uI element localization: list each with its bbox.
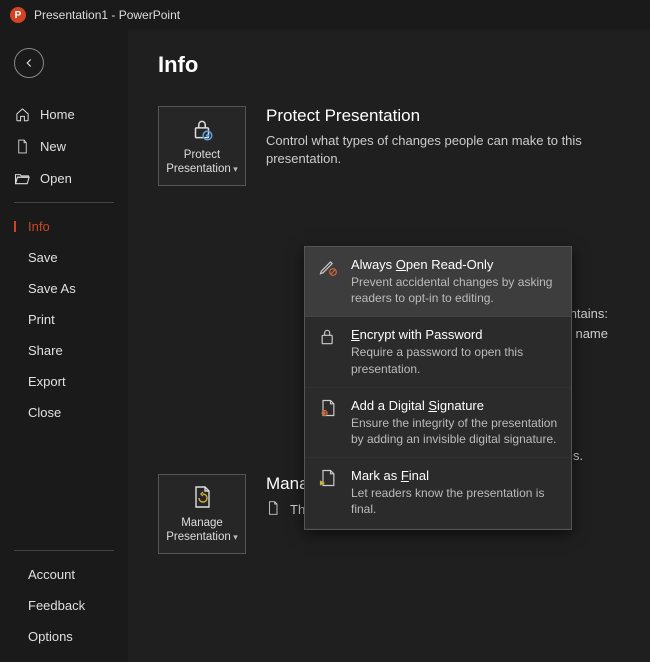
home-icon [14,106,30,122]
nav-feedback[interactable]: Feedback [0,590,128,621]
window-title: Presentation1 - PowerPoint [34,8,180,22]
nav-save[interactable]: Save [0,242,128,273]
backstage-sidebar: Home New Open Info Save Save As Print Sh… [0,30,128,662]
content-area: Info Protect Presentation Protect Presen… [128,30,650,662]
manage-button-label: Manage Presentation [159,517,245,545]
nav-home[interactable]: Home [0,98,128,130]
protect-section: Protect Presentation Protect Presentatio… [158,106,620,186]
menu-always-open-read-only[interactable]: Always Open Read-Only Prevent accidental… [305,247,571,317]
nav-home-label: Home [40,107,75,122]
nav-save-as[interactable]: Save As [0,273,128,304]
protect-button-label: Protect Presentation [159,149,245,177]
nav-account[interactable]: Account [0,559,128,590]
manage-presentation-button[interactable]: Manage Presentation [158,474,246,554]
new-icon [14,138,30,154]
open-icon [14,170,30,186]
menu-encrypt-with-password[interactable]: Encrypt with Password Require a password… [305,317,571,387]
final-doc-icon [317,468,339,490]
nav-print[interactable]: Print [0,304,128,335]
nav-divider-1 [14,202,114,203]
protect-heading: Protect Presentation [266,106,620,126]
nav-divider-2 [14,550,114,551]
lock-key-icon [317,327,339,349]
menu-desc-3: Let readers know the presentation is fin… [351,485,559,517]
menu-desc-1: Require a password to open this presenta… [351,344,559,376]
nav-open-label: Open [40,171,72,186]
nav-info[interactable]: Info [0,211,128,242]
nav-share[interactable]: Share [0,335,128,366]
history-fragment: s. [573,448,583,463]
back-button[interactable] [14,48,44,78]
protect-dropdown: Always Open Read-Only Prevent accidental… [304,246,572,530]
nav-new[interactable]: New [0,130,128,162]
protect-desc: Control what types of changes people can… [266,132,620,168]
doc-recover-icon [190,484,214,513]
powerpoint-icon: P [10,7,26,23]
menu-desc-2: Ensure the integrity of the presentation… [351,415,559,447]
lock-icon [189,116,215,145]
protect-presentation-button[interactable]: Protect Presentation [158,106,246,186]
nav-export[interactable]: Export [0,366,128,397]
nav-open[interactable]: Open [0,162,128,194]
nav-new-label: New [40,139,66,154]
pencil-prohibit-icon [317,257,339,279]
titlebar: P Presentation1 - PowerPoint [0,0,650,30]
nav-close[interactable]: Close [0,397,128,428]
doc-small-icon [266,500,280,519]
menu-add-digital-signature[interactable]: Add a Digital Signature Ensure the integ… [305,388,571,458]
arrow-left-icon [22,56,36,70]
nav-options[interactable]: Options [0,621,128,652]
menu-title-2: Add a Digital Signature [351,398,559,413]
menu-desc-0: Prevent accidental changes by asking rea… [351,274,559,306]
page-title: Info [158,52,620,78]
menu-title-3: Mark as Final [351,468,559,483]
signature-icon [317,398,339,420]
menu-mark-as-final[interactable]: Mark as Final Let readers know the prese… [305,458,571,528]
menu-title-1: Encrypt with Password [351,327,559,342]
menu-title-0: Always Open Read-Only [351,257,559,272]
